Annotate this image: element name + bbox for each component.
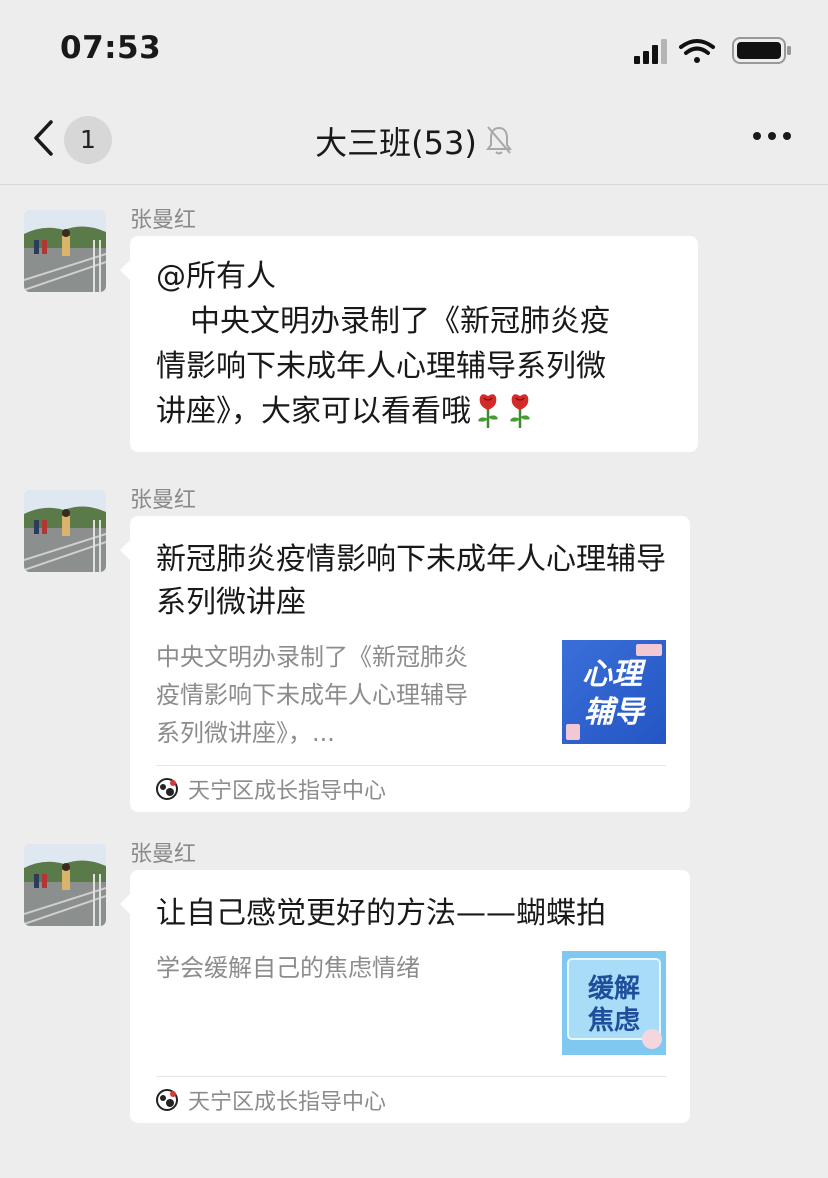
article-card-title: 新冠肺炎疫情影响下未成年人心理辅导系列微讲座: [156, 542, 666, 620]
sender-name: 张曼红: [130, 488, 197, 513]
article-card-description: 中央文明办录制了《新冠肺炎疫情影响下未成年人心理辅导系列微讲座》，...: [156, 643, 468, 747]
message-text-line: 讲座》，大家可以看看哦: [156, 394, 471, 429]
article-card-footer: 天宁区成长指导中心: [156, 1076, 666, 1123]
rose-emoji-icon: [510, 394, 530, 428]
official-account-icon: [156, 778, 178, 800]
message-text-line: 情影响下未成年人心理辅导系列微: [156, 349, 606, 384]
avatar[interactable]: [24, 490, 106, 572]
wifi-icon: [679, 39, 715, 63]
rose-emoji-icon: [478, 394, 498, 428]
article-card-footer: 天宁区成长指导中心: [156, 765, 666, 812]
message-text-last-line: 讲座》，大家可以看看哦: [156, 389, 676, 434]
article-thumbnail: 缓解 焦虑: [562, 951, 666, 1055]
sender-name: 张曼红: [130, 208, 197, 233]
chat-title: 大三班(53): [0, 118, 828, 164]
more-options-icon[interactable]: [752, 130, 792, 142]
mute-bell-icon: [485, 126, 512, 155]
chat-nav-bar: 1 大三班(53): [0, 96, 828, 185]
signal-icon: [634, 39, 667, 64]
status-icons: [634, 37, 791, 64]
article-card[interactable]: 新冠肺炎疫情影响下未成年人心理辅导系列微讲座 中央文明办录制了《新冠肺炎疫情影响…: [120, 516, 690, 812]
article-source: 天宁区成长指导中心: [188, 1090, 387, 1115]
article-card[interactable]: 让自己感觉更好的方法——蝴蝶拍 学会缓解自己的焦虑情绪 缓解 焦虑 天宁区成长指…: [120, 870, 690, 1123]
message-text-line: 中央文明办录制了《新冠肺炎疫: [190, 304, 610, 339]
avatar[interactable]: [24, 210, 106, 292]
thumbnail-text: 焦虑: [588, 1005, 640, 1036]
article-thumbnail: 心理 辅导: [562, 640, 666, 744]
battery-icon: [732, 37, 791, 64]
article-card-description: 学会缓解自己的焦虑情绪: [156, 954, 420, 982]
chat-title-text: 大三班(53): [315, 124, 477, 162]
thumbnail-text: 缓解: [588, 973, 640, 1004]
avatar[interactable]: [24, 844, 106, 926]
thumbnail-text: 辅导: [584, 695, 647, 730]
article-card-title: 让自己感觉更好的方法——蝴蝶拍: [156, 896, 606, 931]
thumbnail-text: 心理: [582, 657, 647, 692]
status-time: 07:53: [60, 30, 162, 66]
article-source: 天宁区成长指导中心: [188, 779, 387, 804]
article-card-body: 学会缓解自己的焦虑情绪 缓解 焦虑: [156, 949, 666, 1064]
official-account-icon: [156, 1089, 178, 1111]
status-bar: 07:53: [0, 0, 828, 96]
sender-name: 张曼红: [130, 842, 197, 867]
text-message-bubble[interactable]: @所有人 中央文明办录制了《新冠肺炎疫 情影响下未成年人心理辅导系列微 讲座》，…: [120, 236, 698, 452]
article-card-body: 中央文明办录制了《新冠肺炎疫情影响下未成年人心理辅导系列微讲座》，... 心理 …: [156, 638, 666, 753]
message-text-line: @所有人: [156, 259, 276, 294]
